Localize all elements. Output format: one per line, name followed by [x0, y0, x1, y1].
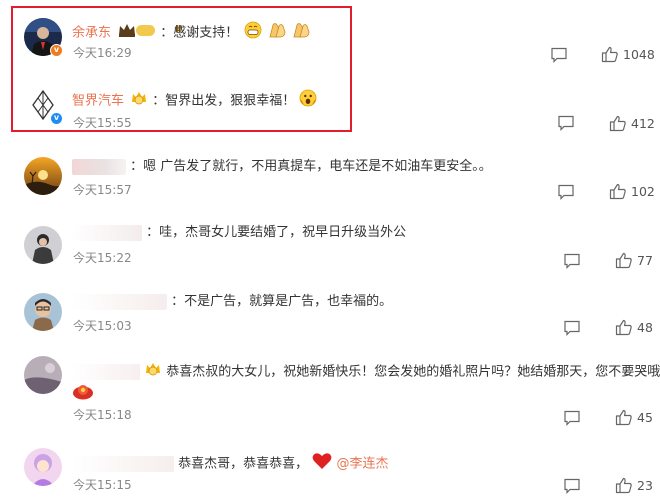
comment-icon — [564, 320, 580, 336]
comment-icon — [564, 253, 580, 269]
verified-badge-icon: v — [50, 44, 63, 57]
comment-1-line: 余承东 Ⅱ ：感谢支持！ — [72, 21, 311, 45]
like-button[interactable]: 1048 — [601, 46, 655, 63]
reply-button[interactable] — [563, 320, 581, 336]
comment-time: 今天15:22 — [73, 251, 132, 265]
comment-text: 恭喜杰哥，恭喜恭喜， — [178, 456, 309, 472]
crown-level-badge-icon — [118, 22, 156, 44]
grin-icon — [244, 21, 262, 45]
comment-icon — [558, 184, 574, 200]
comment-text: ：嗯 广告发了就行，不用真提车，电车还是不如油车更安全。。 — [130, 159, 492, 174]
avatar[interactable] — [24, 293, 62, 331]
thumbs-up-icon — [615, 409, 632, 426]
like-count: 48 — [637, 319, 653, 335]
red-envelope-icon — [72, 382, 94, 404]
mention-link[interactable]: @李连杰 — [336, 457, 388, 472]
thumbs-up-icon — [601, 46, 618, 63]
heart-icon — [312, 452, 332, 476]
comment-2-avatar[interactable]: v — [24, 86, 63, 125]
thumbs-up-icon — [609, 115, 626, 132]
comment-7-line: 恭喜杰哥，恭喜恭喜， @李连杰 — [72, 452, 388, 476]
comment-text: ：不是广告，就算是广告，也幸福的。 — [171, 294, 393, 309]
clap-icon — [291, 21, 311, 45]
comment-icon — [558, 115, 574, 131]
reply-button[interactable] — [563, 410, 581, 426]
comment-icon — [564, 410, 580, 426]
like-button[interactable]: 48 — [615, 319, 653, 336]
clap-icon — [267, 21, 287, 45]
fan-badge-icon — [130, 90, 148, 112]
comment-5-line: ：不是广告，就算是广告，也幸福的。 — [72, 293, 392, 311]
like-button[interactable]: 102 — [609, 183, 655, 200]
verified-badge-icon: v — [50, 112, 63, 125]
like-count: 45 — [637, 409, 653, 425]
comment-icon — [564, 478, 580, 494]
avatar[interactable] — [24, 356, 62, 394]
thumbs-up-icon — [615, 252, 632, 269]
reply-button[interactable] — [563, 478, 581, 494]
thumbs-up-icon — [615, 477, 632, 494]
comment-time: 今天15:18 — [73, 408, 132, 422]
comment-1-avatar[interactable]: v — [24, 18, 63, 57]
reply-button[interactable] — [550, 47, 568, 63]
like-button[interactable]: 23 — [615, 477, 653, 494]
reply-button[interactable] — [557, 115, 575, 131]
wow-icon — [299, 89, 317, 113]
comment-6-avatar[interactable] — [24, 356, 62, 394]
like-count: 412 — [631, 115, 655, 131]
like-count: 1048 — [623, 46, 655, 62]
comment-5-avatar[interactable] — [24, 293, 62, 331]
comment-6-line: 恭喜杰叔的大女儿，祝她新婚快乐！您会发她的婚礼照片吗？她结婚那天，您不要哭哦 — [72, 361, 660, 383]
avatar[interactable] — [24, 226, 62, 264]
comment-text: ：智界出发，狠狠幸福！ — [152, 93, 296, 109]
comment-time: 今天15:55 — [73, 116, 132, 130]
comment-text: 恭喜杰叔的大女儿，祝她新婚快乐！您会发她的婚礼照片吗？她结婚那天，您不要哭哦 — [166, 364, 660, 380]
blurred-username[interactable] — [72, 224, 142, 241]
blurred-username[interactable] — [72, 293, 167, 310]
comment-4-line: ：哇，杰哥女儿要结婚了，祝早日升级当外公 — [72, 224, 406, 242]
like-button[interactable]: 412 — [609, 115, 655, 132]
reply-button[interactable] — [557, 184, 575, 200]
like-count: 102 — [631, 183, 655, 199]
comment-time: 今天15:57 — [73, 183, 132, 197]
comment-7-avatar[interactable] — [24, 448, 62, 486]
level-badge-label: Ⅱ — [175, 24, 182, 35]
comment-time: 今天15:03 — [73, 319, 132, 333]
like-count: 23 — [637, 477, 653, 493]
username[interactable]: 智界汽车 — [72, 94, 124, 109]
fan-badge-icon — [144, 361, 162, 383]
username[interactable]: 余承东 — [72, 26, 111, 41]
comment-icon — [551, 47, 567, 63]
comment-text: ：哇，杰哥女儿要结婚了，祝早日升级当外公 — [146, 225, 407, 240]
comment-text: ：感谢支持！ — [160, 25, 239, 41]
like-count: 77 — [637, 252, 653, 268]
thumbs-up-icon — [615, 319, 632, 336]
thumbs-up-icon — [609, 183, 626, 200]
blurred-username[interactable] — [72, 456, 174, 472]
avatar[interactable] — [24, 157, 62, 195]
blurred-username[interactable] — [72, 364, 140, 380]
comment-time: 今天16:29 — [73, 46, 132, 60]
comment-2-line: 智界汽车 ：智界出发，狠狠幸福！ — [72, 89, 317, 113]
comment-3-avatar[interactable] — [24, 157, 62, 195]
blurred-username[interactable] — [72, 158, 126, 175]
like-button[interactable]: 77 — [615, 252, 653, 269]
comment-4-avatar[interactable] — [24, 226, 62, 264]
avatar[interactable] — [24, 448, 62, 486]
reply-button[interactable] — [563, 253, 581, 269]
comment-time: 今天15:15 — [73, 478, 132, 492]
like-button[interactable]: 45 — [615, 409, 653, 426]
comment-3-line: ：嗯 广告发了就行，不用真提车，电车还是不如油车更安全。。 — [72, 158, 492, 176]
